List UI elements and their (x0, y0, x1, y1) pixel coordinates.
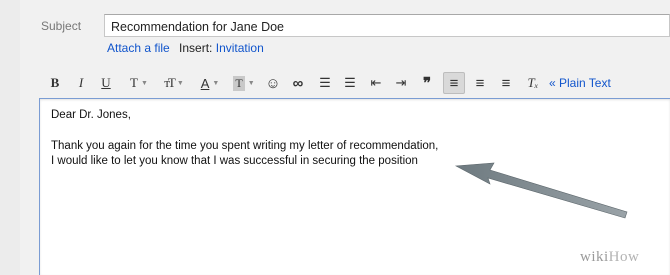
annotation-arrow-icon (454, 162, 628, 219)
watermark-wiki: wiki (580, 249, 609, 265)
watermark-how: How (608, 249, 640, 265)
wikihow-watermark: wikiHow (580, 249, 639, 266)
